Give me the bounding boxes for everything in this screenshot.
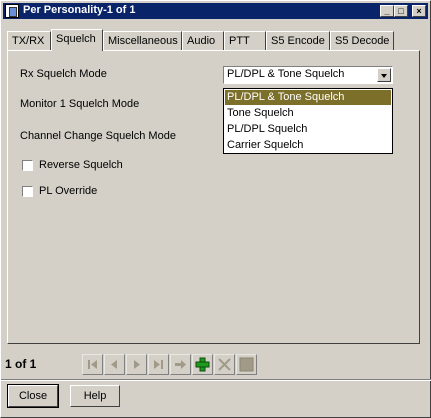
pl-override-label: PL Override <box>39 185 98 197</box>
tab-ptt[interactable]: PTT <box>224 31 266 50</box>
prev-record-button[interactable] <box>104 354 125 375</box>
window-title: Per Personality-1 of 1 <box>23 4 136 16</box>
first-record-button[interactable] <box>82 354 103 375</box>
tab-squelch[interactable]: Squelch <box>51 29 103 51</box>
save-record-icon <box>239 357 254 372</box>
next-record-icon <box>134 360 140 369</box>
tab-miscellaneous[interactable]: Miscellaneous <box>103 31 182 50</box>
option-carrier-squelch[interactable]: Carrier Squelch <box>225 138 391 153</box>
reverse-squelch-checkbox[interactable] <box>22 160 33 171</box>
tab-audio[interactable]: Audio <box>182 31 224 50</box>
dialog-window: Per Personality-1 of 1 _ □ × TX/RX Squel… <box>0 0 431 418</box>
tab-txrx[interactable]: TX/RX <box>7 31 51 50</box>
close-window-button[interactable]: × <box>412 5 426 17</box>
tab-s5-encode[interactable]: S5 Encode <box>266 31 330 50</box>
rx-squelch-mode-select[interactable]: PL/DPL & Tone Squelch <box>223 66 393 84</box>
save-record-button[interactable] <box>236 354 257 375</box>
reverse-squelch-label: Reverse Squelch <box>39 159 123 171</box>
pl-override-checkbox[interactable] <box>22 186 33 197</box>
next-record-button[interactable] <box>126 354 147 375</box>
first-record-icon <box>88 360 97 369</box>
minimize-button[interactable]: _ <box>380 5 394 17</box>
rx-squelch-mode-dropdown: PL/DPL & Tone Squelch Tone Squelch PL/DP… <box>223 88 393 154</box>
option-tone-squelch[interactable]: Tone Squelch <box>225 106 391 121</box>
monitor-squelch-mode-label: Monitor 1 Squelch Mode <box>20 98 140 110</box>
record-counter: 1 of 1 <box>5 357 37 371</box>
delete-record-button[interactable] <box>214 354 235 375</box>
delete-record-icon <box>218 358 231 371</box>
add-record-icon <box>195 357 210 372</box>
add-record-button[interactable] <box>192 354 213 375</box>
channel-change-squelch-mode-label: Channel Change Squelch Mode <box>20 130 176 142</box>
dropdown-arrow-icon[interactable] <box>377 68 391 82</box>
tab-s5-decode[interactable]: S5 Decode <box>330 31 394 50</box>
title-bar[interactable]: Per Personality-1 of 1 _ □ × <box>3 3 428 19</box>
footer-divider <box>1 379 431 381</box>
help-button[interactable]: Help <box>70 385 120 407</box>
prev-record-icon <box>111 360 117 369</box>
close-button[interactable]: Close <box>7 384 59 408</box>
maximize-button[interactable]: □ <box>394 5 408 17</box>
last-record-button[interactable] <box>148 354 169 375</box>
goto-icon <box>175 360 186 369</box>
app-icon <box>5 4 19 18</box>
rx-squelch-mode-label: Rx Squelch Mode <box>20 68 107 80</box>
rx-squelch-mode-value: PL/DPL & Tone Squelch <box>227 68 345 80</box>
option-pl-dpl-tone-squelch[interactable]: PL/DPL & Tone Squelch <box>225 90 391 105</box>
last-record-icon <box>154 360 163 369</box>
goto-record-button[interactable] <box>170 354 191 375</box>
option-pl-dpl-squelch[interactable]: PL/DPL Squelch <box>225 122 391 137</box>
